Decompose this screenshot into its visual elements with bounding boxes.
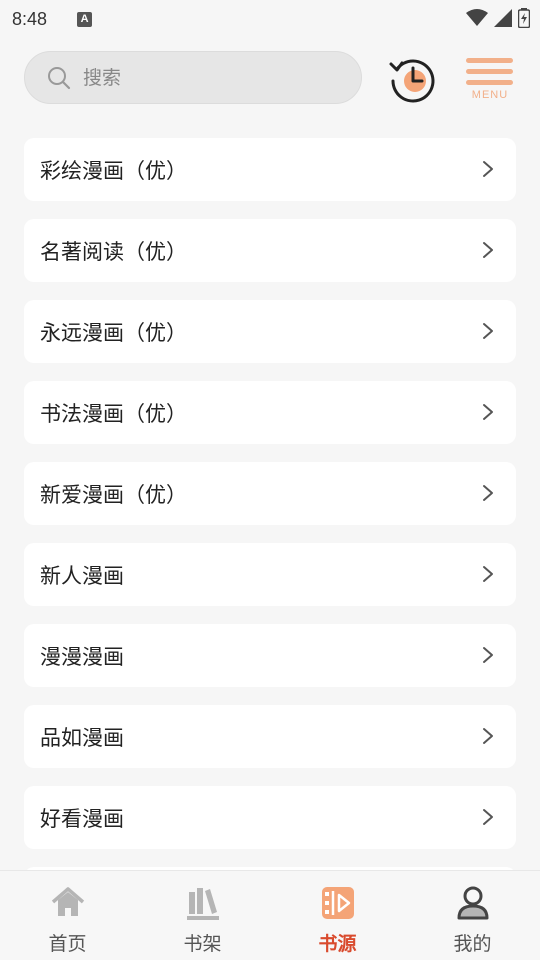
tab-label: 书架 xyxy=(183,933,222,955)
source-list[interactable]: 彩绘漫画（优） 名著阅读（优） 永远漫画（优） 书法漫画（优） 新爱漫画（优） … xyxy=(24,138,516,870)
book-source-icon xyxy=(321,887,354,919)
source-label: 彩绘漫画（优） xyxy=(40,158,187,183)
source-label: 品如漫画 xyxy=(40,725,124,750)
source-label: 新爱漫画（优） xyxy=(40,482,187,507)
search-icon xyxy=(48,66,71,89)
source-label: 永远漫画（优） xyxy=(40,320,187,345)
source-label: 漫漫漫画 xyxy=(40,644,124,669)
list-item[interactable]: 永远漫画（优） xyxy=(24,300,516,363)
tab-profile[interactable]: 我的 xyxy=(405,871,540,960)
profile-icon xyxy=(457,886,488,920)
chevron-right-icon xyxy=(483,809,493,825)
menu-line-icon xyxy=(466,80,513,85)
tab-bookshelf[interactable]: 书架 xyxy=(135,871,270,960)
chevron-right-icon xyxy=(483,566,493,582)
list-item[interactable]: 漫漫漫画 xyxy=(24,624,516,687)
list-item[interactable]: 书法漫画（优） xyxy=(24,381,516,444)
tab-home[interactable]: 首页 xyxy=(0,871,135,960)
list-item[interactable]: 彩绘漫画（优） xyxy=(24,138,516,201)
notification-icon: A xyxy=(77,11,93,27)
menu-line-icon xyxy=(466,58,513,63)
chevron-right-icon xyxy=(483,728,493,744)
tab-label: 书源 xyxy=(318,933,357,955)
source-label: 名著阅读（优） xyxy=(40,239,187,264)
book-source-screen: 8:48 A 搜索 MENU 彩绘漫画（优） 名著阅读（优） 永远漫画（优） 书… xyxy=(0,0,540,960)
tab-label: 首页 xyxy=(48,933,87,955)
list-item[interactable]: 品如漫画 xyxy=(24,705,516,768)
home-icon xyxy=(51,887,84,916)
bottom-nav: 首页 书架 书源 我的 xyxy=(0,870,540,960)
menu-label: MENU xyxy=(471,89,509,101)
chevron-right-icon xyxy=(483,323,493,339)
cell-signal-icon xyxy=(494,9,512,27)
chevron-right-icon xyxy=(483,161,493,177)
status-bar: 8:48 A xyxy=(0,0,540,38)
list-item[interactable]: 名著阅读（优） xyxy=(24,219,516,282)
tab-book-source[interactable]: 书源 xyxy=(270,871,405,960)
search-bar[interactable] xyxy=(24,51,362,104)
search-input[interactable] xyxy=(83,66,323,89)
tab-label: 我的 xyxy=(453,933,492,955)
source-label: 新人漫画 xyxy=(40,563,124,588)
history-icon[interactable] xyxy=(388,55,438,103)
battery-icon xyxy=(518,8,530,28)
bookshelf-icon xyxy=(186,888,219,920)
status-icons xyxy=(466,8,530,28)
wifi-icon xyxy=(466,9,488,26)
list-item[interactable]: 新爱漫画（优） xyxy=(24,462,516,525)
status-time: 8:48 xyxy=(12,8,48,29)
chevron-right-icon xyxy=(483,404,493,420)
menu-line-icon xyxy=(466,69,513,74)
chevron-right-icon xyxy=(483,647,493,663)
source-label: 好看漫画 xyxy=(40,806,124,831)
chevron-right-icon xyxy=(483,485,493,501)
source-label: 书法漫画（优） xyxy=(40,401,187,426)
list-item[interactable]: 新人漫画 xyxy=(24,543,516,606)
menu-button[interactable]: MENU xyxy=(463,56,517,106)
list-item[interactable]: 好看漫画 xyxy=(24,786,516,849)
chevron-right-icon xyxy=(483,242,493,258)
